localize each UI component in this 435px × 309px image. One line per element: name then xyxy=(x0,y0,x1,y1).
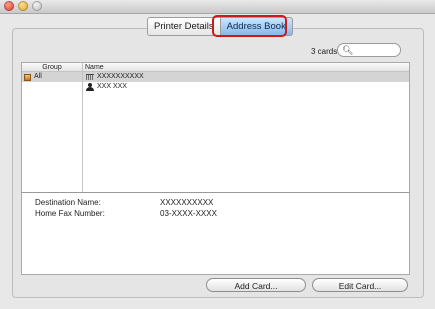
address-list: Group Name All XXXXXXXXXX XXX XXX xyxy=(21,62,410,194)
zoom-icon[interactable] xyxy=(32,1,42,11)
list-item[interactable]: XXXXXXXXXX xyxy=(83,72,409,82)
name-column-header[interactable]: Name xyxy=(83,63,409,72)
destination-name-value: XXXXXXXXXX xyxy=(160,198,214,207)
building-icon xyxy=(86,74,94,80)
list-item-name: XXXXXXXXXX xyxy=(97,73,144,80)
home-fax-label: Home Fax Number: xyxy=(35,209,105,218)
destination-name-label: Destination Name: xyxy=(35,198,101,207)
tab-address-book[interactable]: Address Book xyxy=(220,17,293,36)
person-icon xyxy=(86,83,94,91)
cards-count: 3 cards xyxy=(311,47,338,56)
close-icon[interactable] xyxy=(4,1,14,11)
tab-bar: Printer Details Address Book xyxy=(147,17,293,36)
group-column-header[interactable]: Group xyxy=(22,63,83,72)
name-list: XXXXXXXXXX XXX XXX xyxy=(83,72,409,193)
list-item-name: XXX XXX xyxy=(97,83,127,90)
minimize-icon[interactable] xyxy=(18,1,28,11)
window: Printer Details Address Book 3 cards 🔍︎ … xyxy=(0,0,435,309)
search-input[interactable] xyxy=(353,45,397,55)
edit-card-button[interactable]: Edit Card... xyxy=(312,278,408,292)
group-list: All xyxy=(22,72,83,193)
home-fax-value: 03-XXXX-XXXX xyxy=(160,209,217,218)
list-item[interactable]: XXX XXX xyxy=(83,82,409,92)
group-item-all[interactable]: All xyxy=(22,72,82,82)
group-folder-icon xyxy=(24,73,31,81)
title-bar xyxy=(0,0,435,14)
add-card-button[interactable]: Add Card... xyxy=(206,278,306,292)
group-item-label: All xyxy=(34,73,42,80)
detail-pane: Destination Name: XXXXXXXXXX Home Fax Nu… xyxy=(21,192,410,275)
search-icon: 🔍︎ xyxy=(342,45,354,55)
search-field[interactable]: 🔍︎ xyxy=(337,43,401,57)
tab-printer-details[interactable]: Printer Details xyxy=(147,17,221,36)
